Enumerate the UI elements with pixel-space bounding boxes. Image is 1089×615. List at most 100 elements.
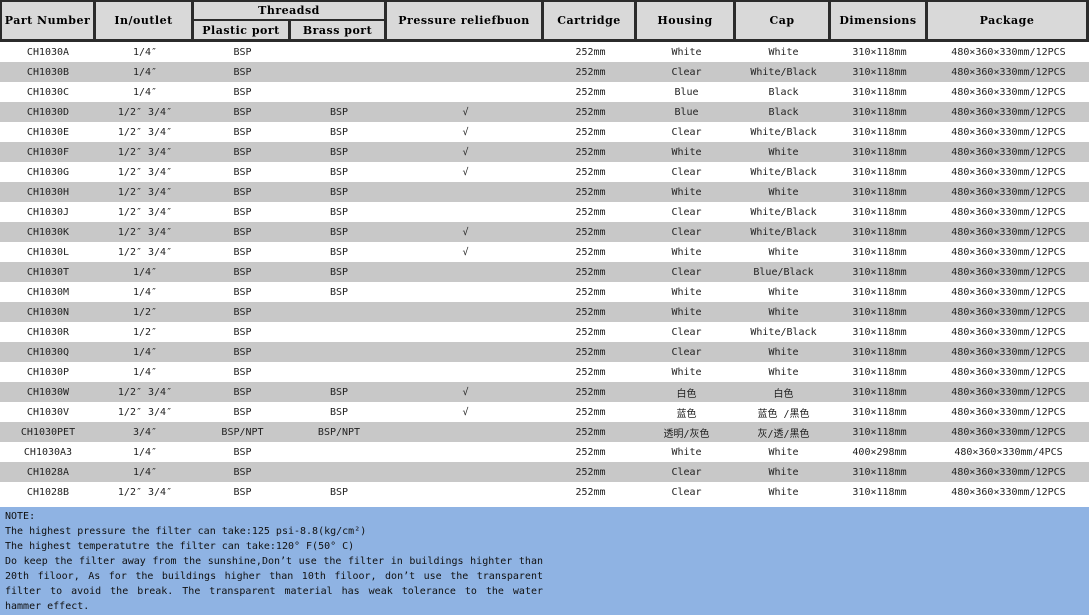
cell-dimensions: 310×118mm bbox=[831, 122, 928, 142]
cell-cap: White/Black bbox=[736, 122, 831, 142]
note-box: NOTE: The highest pressure the filter ca… bbox=[0, 507, 1089, 615]
cell-inlet-outlet: 3/4″ bbox=[96, 422, 194, 442]
cell-plastic-port: BSP bbox=[194, 402, 291, 422]
cell-cartridge: 252mm bbox=[544, 422, 637, 442]
cell-cap: White/Black bbox=[736, 62, 831, 82]
cell-package: 480×360×330mm/12PCS bbox=[928, 342, 1089, 362]
cell-cartridge: 252mm bbox=[544, 462, 637, 482]
cell-part-number: CH1030F bbox=[0, 142, 96, 162]
table-row: CH1030N 1/2″ BSP 252mm White White 310×118mm 48… bbox=[0, 302, 1089, 322]
cell-package: 480×360×330mm/12PCS bbox=[928, 42, 1089, 62]
table-header: Part Number In/outlet Threadsd Pressure … bbox=[0, 0, 1089, 42]
cell-dimensions: 400×298mm bbox=[831, 442, 928, 462]
cell-housing: White bbox=[637, 242, 736, 262]
cell-housing: Clear bbox=[637, 122, 736, 142]
cell-pressure-relief bbox=[387, 42, 544, 62]
cell-dimensions: 310×118mm bbox=[831, 462, 928, 482]
cell-cartridge: 252mm bbox=[544, 182, 637, 202]
table-row: CH1028B 1/2″ 3/4″ BSP BSP 252mm Clear White 310… bbox=[0, 482, 1089, 502]
header-dimensions: Dimensions bbox=[831, 0, 928, 42]
cell-plastic-port: BSP bbox=[194, 222, 291, 242]
cell-package: 480×360×330mm/12PCS bbox=[928, 82, 1089, 102]
cell-pressure-relief bbox=[387, 82, 544, 102]
cell-cartridge: 252mm bbox=[544, 142, 637, 162]
cell-inlet-outlet: 1/2″ 3/4″ bbox=[96, 202, 194, 222]
cell-housing: Clear bbox=[637, 202, 736, 222]
cell-inlet-outlet: 1/4″ bbox=[96, 82, 194, 102]
cell-plastic-port: BSP bbox=[194, 82, 291, 102]
header-package: Package bbox=[928, 0, 1089, 42]
table-row: CH1030K 1/2″ 3/4″ BSP BSP √ 252mm Clear White/B… bbox=[0, 222, 1089, 242]
cell-cap: White/Black bbox=[736, 322, 831, 342]
table-row: CH1030V 1/2″ 3/4″ BSP BSP √ 252mm 蓝色 蓝色 /黑色 310×… bbox=[0, 402, 1089, 422]
cell-brass-port bbox=[291, 302, 387, 322]
cell-housing: 蓝色 bbox=[637, 402, 736, 422]
cell-brass-port: BSP/NPT bbox=[291, 422, 387, 442]
cell-brass-port: BSP bbox=[291, 162, 387, 182]
cell-pressure-relief bbox=[387, 62, 544, 82]
cell-inlet-outlet: 1/2″ 3/4″ bbox=[96, 222, 194, 242]
cell-cartridge: 252mm bbox=[544, 202, 637, 222]
cell-cap: 灰/透/黑色 bbox=[736, 422, 831, 442]
cell-package: 480×360×330mm/12PCS bbox=[928, 382, 1089, 402]
cell-plastic-port: BSP/NPT bbox=[194, 422, 291, 442]
product-spec-table: Part Number In/outlet Threadsd Pressure … bbox=[0, 0, 1089, 502]
cell-plastic-port: BSP bbox=[194, 122, 291, 142]
cell-plastic-port: BSP bbox=[194, 162, 291, 182]
cell-cartridge: 252mm bbox=[544, 162, 637, 182]
cell-brass-port bbox=[291, 82, 387, 102]
cell-pressure-relief bbox=[387, 422, 544, 442]
table-row: CH1030R 1/2″ BSP 252mm Clear White/Black 310×1… bbox=[0, 322, 1089, 342]
cell-dimensions: 310×118mm bbox=[831, 482, 928, 502]
table-body: CH1030A 1/4″ BSP 252mm White White 310×118mm 48… bbox=[0, 42, 1089, 502]
cell-brass-port: BSP bbox=[291, 122, 387, 142]
table-row: CH1030B 1/4″ BSP 252mm Clear White/Black 310×1… bbox=[0, 62, 1089, 82]
note-temperature-line: The highest temperatutre the filter can … bbox=[5, 541, 355, 552]
table-row: CH1030J 1/2″ 3/4″ BSP BSP 252mm Clear White/Bl… bbox=[0, 202, 1089, 222]
header-part-number: Part Number bbox=[0, 0, 96, 42]
cell-cap: White bbox=[736, 482, 831, 502]
cell-pressure-relief: √ bbox=[387, 162, 544, 182]
cell-dimensions: 310×118mm bbox=[831, 242, 928, 262]
cell-cap: White/Black bbox=[736, 222, 831, 242]
table-row: CH1030E 1/2″ 3/4″ BSP BSP √ 252mm Clear White/B… bbox=[0, 122, 1089, 142]
cell-dimensions: 310×118mm bbox=[831, 182, 928, 202]
cell-plastic-port: BSP bbox=[194, 202, 291, 222]
table-row: CH1030PET 3/4″ BSP/NPT BSP/NPT 252mm 透明/灰色 灰/透… bbox=[0, 422, 1089, 442]
cell-part-number: CH1030J bbox=[0, 202, 96, 222]
cell-dimensions: 310×118mm bbox=[831, 162, 928, 182]
cell-plastic-port: BSP bbox=[194, 182, 291, 202]
cell-housing: 白色 bbox=[637, 382, 736, 402]
cell-plastic-port: BSP bbox=[194, 322, 291, 342]
table-row: CH1030G 1/2″ 3/4″ BSP BSP √ 252mm Clear White/B… bbox=[0, 162, 1089, 182]
table-row: CH1030M 1/4″ BSP BSP 252mm White White 310×118m… bbox=[0, 282, 1089, 302]
cell-cap: White bbox=[736, 282, 831, 302]
cell-housing: Clear bbox=[637, 222, 736, 242]
cell-package: 480×360×330mm/12PCS bbox=[928, 482, 1089, 502]
table-row: CH1030D 1/2″ 3/4″ BSP BSP √ 252mm Blue Black 310… bbox=[0, 102, 1089, 122]
cell-cartridge: 252mm bbox=[544, 342, 637, 362]
cell-plastic-port: BSP bbox=[194, 142, 291, 162]
cell-plastic-port: BSP bbox=[194, 102, 291, 122]
note-heading: NOTE: bbox=[5, 511, 36, 522]
cell-brass-port bbox=[291, 62, 387, 82]
cell-brass-port: BSP bbox=[291, 282, 387, 302]
cell-housing: Clear bbox=[637, 162, 736, 182]
cell-plastic-port: BSP bbox=[194, 382, 291, 402]
cell-inlet-outlet: 1/2″ 3/4″ bbox=[96, 382, 194, 402]
cell-cartridge: 252mm bbox=[544, 122, 637, 142]
table-row: CH1030P 1/4″ BSP 252mm White White 310×118mm 48… bbox=[0, 362, 1089, 382]
cell-package: 480×360×330mm/12PCS bbox=[928, 422, 1089, 442]
cell-plastic-port: BSP bbox=[194, 62, 291, 82]
table-row: CH1030L 1/2″ 3/4″ BSP BSP √ 252mm White White 31… bbox=[0, 242, 1089, 262]
cell-part-number: CH1030G bbox=[0, 162, 96, 182]
cell-inlet-outlet: 1/4″ bbox=[96, 442, 194, 462]
cell-cap: White bbox=[736, 342, 831, 362]
cell-pressure-relief bbox=[387, 182, 544, 202]
cell-dimensions: 310×118mm bbox=[831, 282, 928, 302]
cell-cartridge: 252mm bbox=[544, 62, 637, 82]
cell-dimensions: 310×118mm bbox=[831, 422, 928, 442]
cell-cap: Black bbox=[736, 82, 831, 102]
cell-pressure-relief bbox=[387, 362, 544, 382]
cell-cartridge: 252mm bbox=[544, 102, 637, 122]
